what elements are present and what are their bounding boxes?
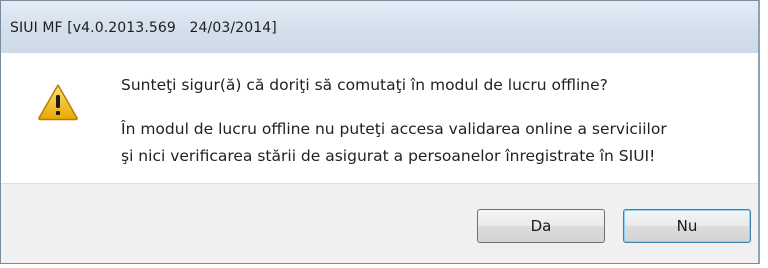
- window-title: SIUI MF [v4.0.2013.569 24/03/2014]: [10, 20, 277, 36]
- dialog-content: Sunteţi sigur(ă) că doriţi să comutaţi î…: [1, 53, 758, 183]
- title-bar[interactable]: SIUI MF [v4.0.2013.569 24/03/2014]: [1, 1, 758, 54]
- button-bar: Da Nu: [1, 183, 758, 263]
- no-button[interactable]: Nu: [623, 209, 751, 243]
- detail-line-2: şi nici verificarea stării de asigurat a…: [121, 147, 656, 165]
- main-instruction: Sunteţi sigur(ă) că doriţi să comutaţi î…: [121, 76, 608, 94]
- detail-line-1: În modul de lucru offline nu puteţi acce…: [121, 120, 667, 138]
- yes-button[interactable]: Da: [477, 209, 605, 243]
- warning-icon: [38, 84, 78, 121]
- dialog-window: SIUI MF [v4.0.2013.569 24/03/2014] Sunte…: [0, 0, 760, 264]
